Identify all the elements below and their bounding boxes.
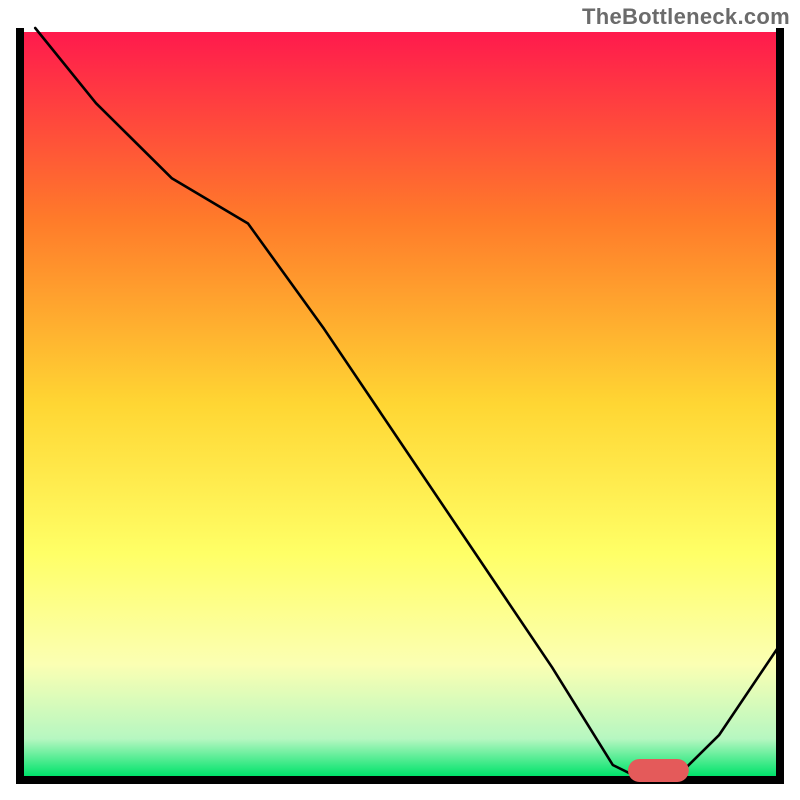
watermark-text: TheBottleneck.com [582,4,790,30]
bottleneck-chart [0,0,800,800]
chart-container: TheBottleneck.com [0,0,800,800]
marker-optimal-zone [628,759,689,782]
